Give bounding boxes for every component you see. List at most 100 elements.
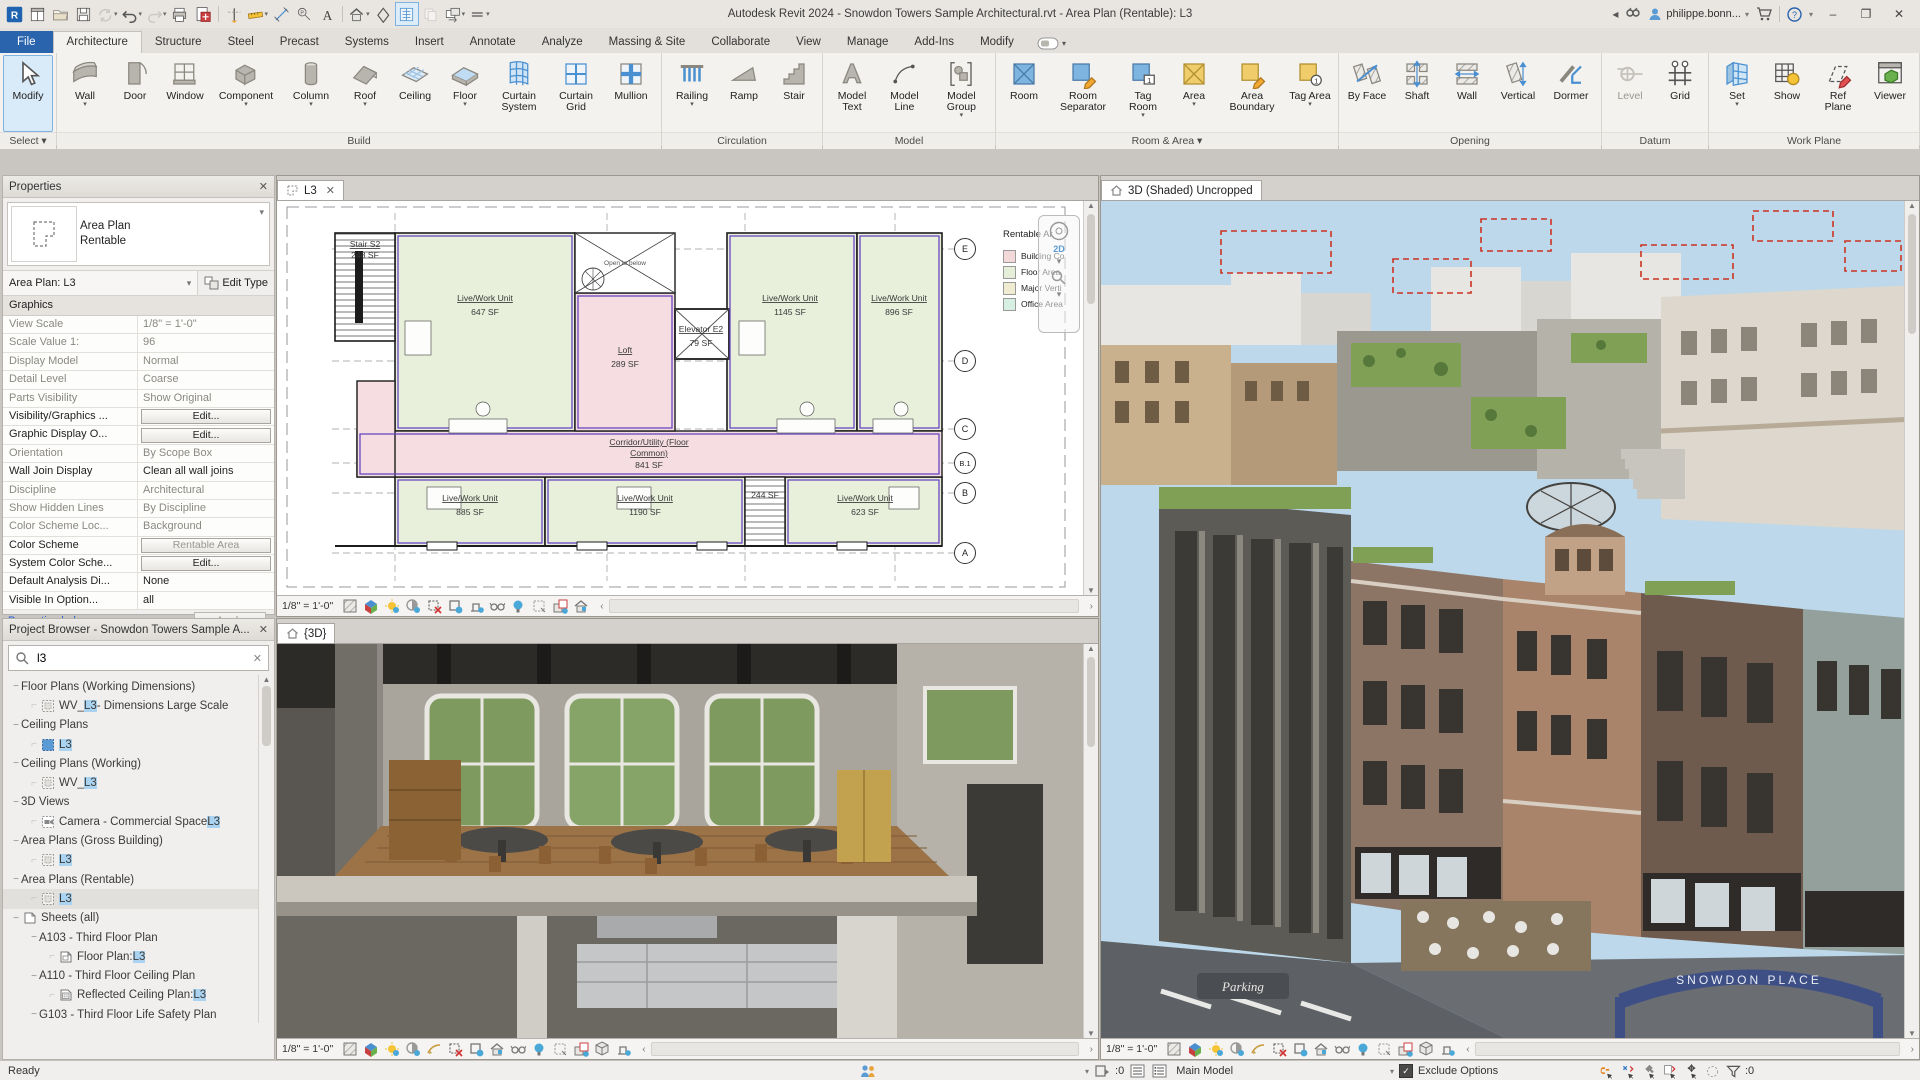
3d-interior-canvas[interactable]: ▲ ▼ [277,644,1098,1038]
tab-architecture[interactable]: Architecture [52,31,142,53]
constrain-icon[interactable] [468,598,485,614]
navigation-bar[interactable]: 2D ▾ ▾ [1038,215,1080,333]
pin-select-icon[interactable] [1640,1063,1658,1080]
view-scale[interactable]: 1/8" = 1'-0" [282,600,333,612]
railing-button[interactable]: Railing ▾ [665,55,719,132]
bulb-icon[interactable] [1355,1041,1371,1057]
property-value[interactable]: Edit... [138,426,274,443]
property-value[interactable]: 96 [138,334,274,351]
tree-item[interactable]: ⌐ Camera - Commercial Space L3 [3,812,274,831]
roof-button[interactable]: Roof ▾ [340,55,390,132]
tab-3d-shaded-uncropped[interactable]: 3D (Shaded) Uncropped [1101,180,1262,200]
search-icon[interactable] [1625,7,1641,21]
tree-item[interactable]: ⌐ L3 [3,851,274,870]
exclude-options-checkbox[interactable]: ✓ [1399,1064,1414,1078]
dormer-button[interactable]: Dormer [1544,55,1598,132]
revit-logo-icon[interactable]: R [3,3,25,25]
default-3d-icon[interactable]: ▾ [347,3,371,25]
room-separator-button[interactable]: Room Separator [1049,55,1117,132]
shadow-icon[interactable] [405,598,421,614]
selbox-icon[interactable] [552,1041,568,1057]
drag-elements-icon[interactable] [1619,1063,1637,1080]
displace-icon[interactable] [1397,1041,1414,1057]
properties-palette-icon[interactable] [394,2,419,26]
ramp-button[interactable]: Ramp [719,55,769,132]
project-tabs-icon[interactable] [26,3,48,25]
copy-icon[interactable] [420,3,442,25]
property-value[interactable]: Architectural [138,482,274,499]
modify-button[interactable]: Modify [3,55,53,132]
by-face-button[interactable]: By Face [1342,55,1392,132]
tree-item[interactable]: − A110 - Third Floor Ceiling Plan [3,966,274,985]
measure-icon[interactable]: ▾ [246,3,270,25]
cube-icon[interactable] [594,1041,610,1057]
model-text-button[interactable]: Model Text [826,55,878,132]
options-collapse-icon[interactable]: ▾ [1390,1067,1394,1076]
house-icon[interactable] [1313,1041,1329,1057]
hscroll-track[interactable] [608,599,1079,613]
glasses-icon[interactable] [489,598,506,614]
3d-city-canvas[interactable]: Parking SNOWDON PLACE ▲ ▼ [1101,201,1919,1038]
view-scale[interactable]: 1/8" = 1'-0" [282,1043,333,1055]
cart-icon[interactable] [1756,7,1772,21]
hscroll-track[interactable] [650,1042,1079,1056]
search-clear-icon[interactable]: ✕ [253,652,262,665]
area-boundary-button[interactable]: Area Boundary [1219,55,1285,132]
shaft-button[interactable]: Shaft [1392,55,1442,132]
restore-button[interactable]: ❐ [1853,7,1879,21]
crop-icon[interactable] [1292,1041,1308,1057]
shadow-icon[interactable] [405,1041,421,1057]
switch-windows-icon[interactable]: ▾ [443,3,467,25]
type-dropdown-icon[interactable]: ▾ [259,207,264,218]
active-design-option[interactable]: Main Model [1176,1065,1233,1077]
glasses-icon[interactable] [1334,1041,1351,1057]
displace-icon[interactable] [573,1041,590,1057]
property-value[interactable]: Coarse [138,371,274,388]
tab-add-ins[interactable]: Add-Ins [901,32,967,53]
property-value[interactable]: Edit... [138,555,274,572]
modify-options-toggle[interactable]: ▾ [1037,37,1066,50]
scroll-right-arrow[interactable]: › [1090,601,1093,612]
glasses-icon[interactable] [510,1041,527,1057]
tab-manage[interactable]: Manage [834,32,902,53]
crop-icon[interactable] [468,1041,484,1057]
property-value[interactable]: all [138,592,274,609]
tab-precast[interactable]: Precast [267,32,332,53]
ref-plane-button[interactable]: Ref Plane [1812,55,1864,132]
bulb-icon[interactable] [510,598,526,614]
cropx-icon[interactable] [447,1041,463,1057]
tree-item[interactable]: ⌐ Floor Plan: L3 [3,947,274,966]
detail-icon[interactable] [342,1041,358,1057]
crop-icon[interactable] [447,598,463,614]
tag-icon[interactable]: P [293,3,315,25]
link-select-icon[interactable] [1598,1063,1616,1080]
tree-item[interactable]: ⌐ WV_ L3 [3,773,274,792]
sketch-icon[interactable] [426,1041,442,1057]
floor-plan-vscrollbar[interactable]: ▲ ▼ [1083,201,1098,595]
tree-item[interactable]: ⌐ L3 [3,735,274,754]
type-selector[interactable]: Area Plan Rentable ▾ [7,202,270,266]
print-icon[interactable] [169,3,191,25]
floor-button[interactable]: Floor ▾ [440,55,490,132]
visual-icon[interactable] [1187,1041,1203,1057]
filter-icon[interactable] [1724,1063,1742,1079]
workset-list-icon[interactable] [1128,1063,1146,1079]
help-icon[interactable]: ? [1787,6,1802,22]
account-menu[interactable]: philippe.bonn... ▾ [1648,7,1749,21]
area-button[interactable]: Area ▾ [1169,55,1219,132]
curtain-system-button[interactable]: Curtain System [490,55,548,132]
edit-type-button[interactable]: Edit Type [197,271,274,295]
detail-icon[interactable] [342,598,358,614]
workplane-icon[interactable] [372,3,394,25]
undo-icon[interactable]: ▾ [120,3,144,25]
tab-structure[interactable]: Structure [142,32,215,53]
tree-scrollbar[interactable]: ▲ [258,675,274,1023]
save-icon[interactable] [72,3,94,25]
open-folder-icon[interactable] [49,3,71,25]
set-button[interactable]: Set ▾ [1712,55,1762,132]
tree-item[interactable]: − Floor Plans (Working Dimensions) [3,677,274,696]
tab-view[interactable]: View [783,32,834,53]
selbox-icon[interactable] [1376,1041,1392,1057]
redo-icon[interactable]: ▾ [144,3,168,25]
sun-icon[interactable] [1208,1041,1224,1057]
